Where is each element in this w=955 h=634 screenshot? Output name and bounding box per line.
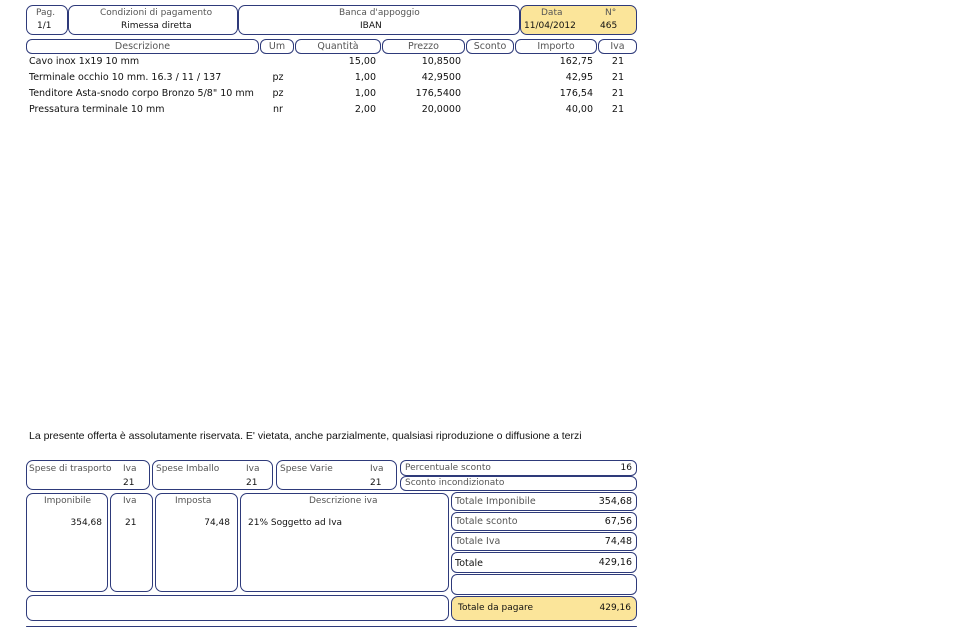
amount-due-label: Totale da pagare bbox=[458, 603, 534, 613]
item-descrizione: Cavo inox 1x19 10 mm bbox=[29, 56, 140, 67]
bank-label: Banca d'appoggio bbox=[339, 8, 420, 18]
other-costs-box: Spese Varie Iva 21 bbox=[276, 460, 397, 490]
total-taxable-row: Totale Imponibile 354,68 bbox=[451, 492, 637, 511]
vat-rate-label: Iva bbox=[123, 496, 137, 506]
item-quantita: 1,00 bbox=[354, 88, 376, 99]
unconditional-discount-box: Sconto incondizionato bbox=[400, 476, 637, 491]
date-value: 11/04/2012 bbox=[524, 21, 576, 31]
col-um: Um bbox=[260, 39, 294, 54]
col-importo: Importo bbox=[515, 39, 597, 54]
total-discount-value: 67,56 bbox=[604, 516, 632, 527]
bank-box: Banca d'appoggio IBAN bbox=[238, 5, 520, 35]
total-taxable-value: 354,68 bbox=[598, 496, 632, 507]
item-importo: 162,75 bbox=[559, 56, 593, 67]
total-label: Totale bbox=[455, 558, 484, 569]
item-importo: 42,95 bbox=[565, 72, 593, 83]
other-costs-label: Spese Varie bbox=[280, 464, 333, 474]
item-importo: 176,54 bbox=[559, 88, 593, 99]
item-um: pz bbox=[272, 72, 284, 83]
transport-costs-box: Spese di trasporto Iva 21 bbox=[26, 460, 150, 490]
number-label: N° bbox=[605, 8, 617, 18]
item-prezzo: 42,9500 bbox=[421, 72, 461, 83]
item-prezzo: 176,5400 bbox=[415, 88, 461, 99]
total-vat-value: 74,48 bbox=[604, 536, 632, 547]
number-value: 465 bbox=[600, 21, 618, 31]
unconditional-discount-label: Sconto incondizionato bbox=[405, 478, 505, 488]
col-prezzo: Prezzo bbox=[382, 39, 465, 54]
total-taxable-label: Totale Imponibile bbox=[455, 496, 536, 507]
total-vat-row: Totale Iva 74,48 bbox=[451, 532, 637, 551]
table-row: Tenditore Asta-snodo corpo Bronzo 5/8" 1… bbox=[0, 88, 955, 104]
total-vat-label: Totale Iva bbox=[455, 536, 501, 547]
tax-amount-value: 74,48 bbox=[204, 518, 230, 528]
col-sconto: Sconto bbox=[466, 39, 514, 54]
empty-total-row bbox=[451, 574, 637, 595]
page-value: 1/1 bbox=[37, 21, 52, 31]
table-row: Terminale occhio 10 mm. 16.3 / 11 / 137 … bbox=[0, 72, 955, 88]
item-quantita: 2,00 bbox=[354, 104, 376, 115]
item-iva: 21 bbox=[611, 56, 624, 67]
payment-terms-value: Rimessa diretta bbox=[121, 21, 192, 31]
item-um: pz bbox=[272, 88, 284, 99]
amount-due-value: 429,16 bbox=[599, 603, 632, 613]
vat-description-label: Descrizione iva bbox=[309, 496, 378, 506]
confidentiality-notice: La presente offerta è assolutamente rise… bbox=[29, 430, 582, 442]
col-iva: Iva bbox=[598, 39, 637, 54]
discount-percent-box: Percentuale sconto 16 bbox=[400, 460, 637, 476]
item-prezzo: 10,8500 bbox=[421, 56, 461, 67]
page-box: Pag. 1/1 bbox=[26, 5, 68, 35]
total-value: 429,16 bbox=[598, 557, 632, 568]
item-descrizione: Pressatura terminale 10 mm bbox=[29, 104, 165, 115]
item-importo: 40,00 bbox=[565, 104, 593, 115]
vat-description-box: Descrizione iva 21% Soggetto ad Iva bbox=[240, 493, 449, 592]
packaging-costs-label: Spese Imballo bbox=[156, 464, 220, 474]
discount-percent-value: 16 bbox=[620, 463, 632, 473]
item-descrizione: Terminale occhio 10 mm. 16.3 / 11 / 137 bbox=[29, 72, 222, 83]
item-quantita: 15,00 bbox=[348, 56, 376, 67]
item-iva: 21 bbox=[611, 72, 624, 83]
total-discount-label: Totale sconto bbox=[455, 516, 518, 527]
table-row: Pressatura terminale 10 mm nr 2,00 20,00… bbox=[0, 104, 955, 120]
taxable-value: 354,68 bbox=[70, 518, 103, 528]
vat-description-value: 21% Soggetto ad Iva bbox=[248, 518, 343, 528]
packaging-iva-value: 21 bbox=[246, 478, 258, 488]
item-iva: 21 bbox=[611, 88, 624, 99]
item-iva: 21 bbox=[611, 104, 624, 115]
col-quantita: Quantità bbox=[295, 39, 381, 54]
vat-rate-box: Iva 21 bbox=[110, 493, 153, 592]
item-um: nr bbox=[273, 104, 283, 115]
packaging-costs-box: Spese Imballo Iva 21 bbox=[152, 460, 273, 490]
item-prezzo: 20,0000 bbox=[421, 104, 461, 115]
total-discount-row: Totale sconto 67,56 bbox=[451, 512, 637, 531]
col-descrizione: Descrizione bbox=[26, 39, 259, 54]
taxable-label: Imponibile bbox=[44, 496, 92, 506]
tax-amount-label: Imposta bbox=[175, 496, 212, 506]
other-costs-iva-value: 21 bbox=[370, 478, 382, 488]
transport-iva-value: 21 bbox=[123, 478, 135, 488]
other-costs-iva-label: Iva bbox=[370, 464, 384, 474]
amount-due-box: Totale da pagare 429,16 bbox=[451, 596, 637, 621]
page-label: Pag. bbox=[36, 8, 56, 18]
tax-amount-box: Imposta 74,48 bbox=[155, 493, 238, 592]
item-descrizione: Tenditore Asta-snodo corpo Bronzo 5/8" 1… bbox=[29, 88, 254, 99]
transport-iva-label: Iva bbox=[123, 464, 137, 474]
table-row: Cavo inox 1x19 10 mm 15,00 10,8500 162,7… bbox=[0, 56, 955, 72]
date-number-box: Data 11/04/2012 N° 465 bbox=[520, 5, 637, 35]
discount-percent-label: Percentuale sconto bbox=[405, 463, 491, 473]
payment-terms-label: Condizioni di pagamento bbox=[100, 8, 213, 18]
packaging-iva-label: Iva bbox=[246, 464, 260, 474]
transport-costs-label: Spese di trasporto bbox=[29, 464, 112, 474]
notes-box bbox=[26, 595, 449, 621]
date-label: Data bbox=[541, 8, 563, 18]
total-row: Totale 429,16 bbox=[451, 552, 637, 573]
taxable-box: Imponibile 354,68 bbox=[26, 493, 108, 592]
bank-value: IBAN bbox=[360, 21, 382, 31]
payment-terms-box: Condizioni di pagamento Rimessa diretta bbox=[68, 5, 238, 35]
item-quantita: 1,00 bbox=[354, 72, 376, 83]
bottom-divider bbox=[26, 626, 637, 627]
vat-rate-value: 21 bbox=[125, 518, 137, 528]
